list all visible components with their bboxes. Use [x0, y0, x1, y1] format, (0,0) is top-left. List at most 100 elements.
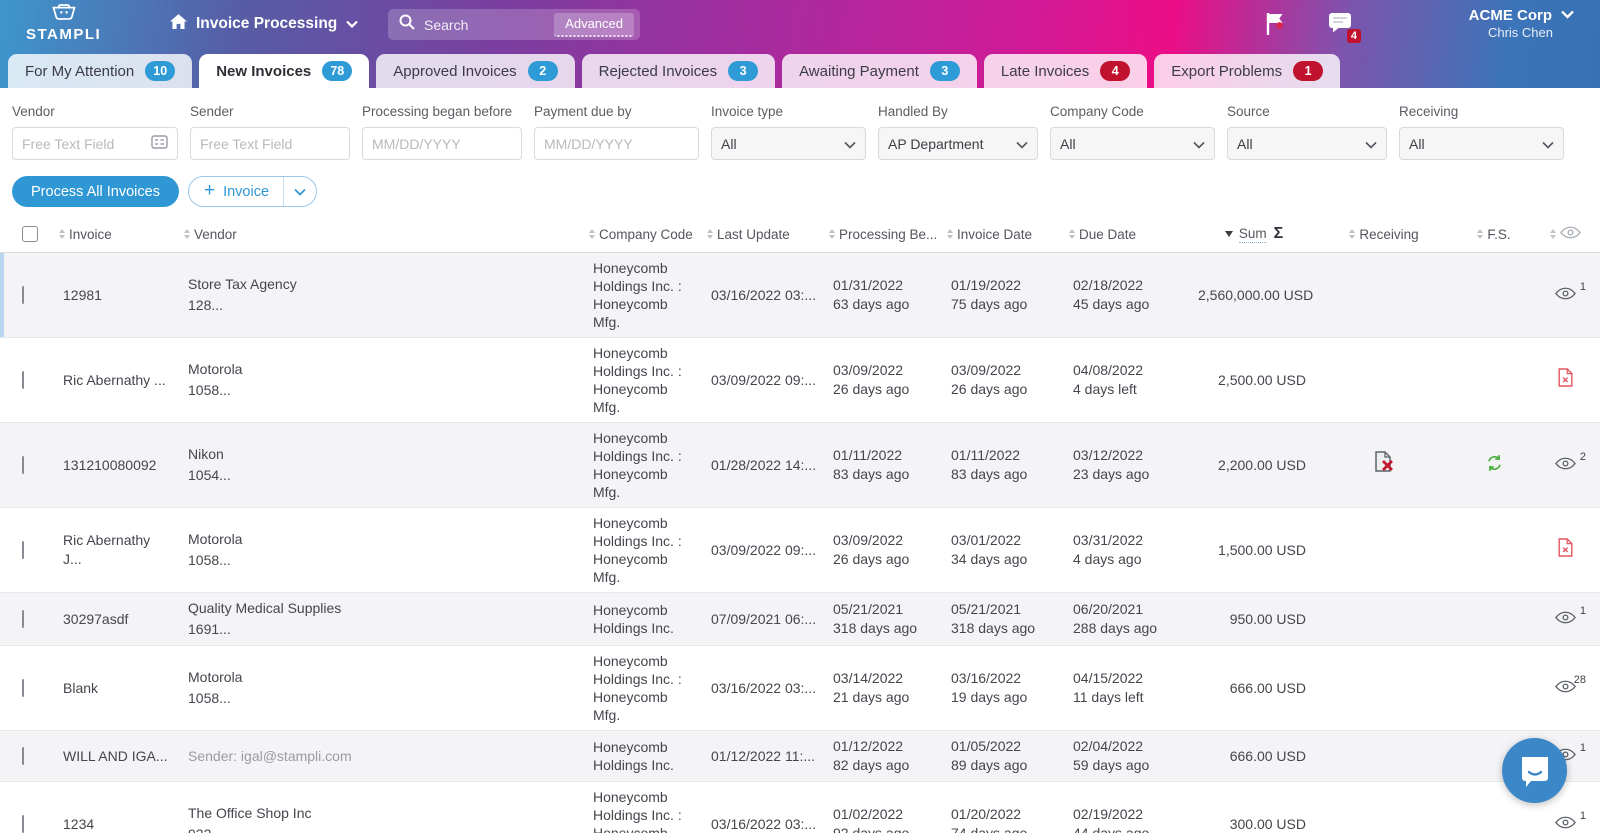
row-checkbox[interactable] — [22, 541, 24, 559]
processing-began-cell-relative: 92 days ago — [833, 824, 935, 833]
flag-icon[interactable] — [1265, 12, 1287, 41]
advanced-search-link[interactable]: Advanced — [554, 13, 634, 37]
column-header-views[interactable] — [1538, 226, 1593, 242]
row-checkbox[interactable] — [22, 610, 24, 628]
eye-icon — [1555, 610, 1576, 629]
support-chat-button[interactable] — [1502, 738, 1567, 803]
invoice-row[interactable]: 12981Store Tax Agency128...Honeycomb Hol… — [0, 253, 1600, 338]
row-checkbox[interactable] — [22, 747, 24, 765]
filter-receiving-select[interactable]: All — [1399, 127, 1564, 160]
column-header-due_date[interactable]: Due Date — [1065, 227, 1190, 242]
sync-icon[interactable] — [1486, 454, 1503, 477]
add-invoice-dropdown-button[interactable] — [284, 177, 316, 206]
receiving-rejected-doc-icon[interactable] — [1373, 451, 1396, 479]
due-date-cell-relative: 288 days ago — [1073, 619, 1182, 638]
module-switcher[interactable]: Invoice Processing — [170, 0, 358, 48]
invoice-row[interactable]: BlankMotorola1058...Honeycomb Holdings I… — [0, 646, 1600, 731]
fs-cell — [1450, 818, 1538, 830]
invoice-date-cell-relative: 89 days ago — [951, 756, 1057, 775]
row-checkbox[interactable] — [22, 456, 24, 474]
invoice-row[interactable]: 131210080092Nikon1054...Honeycomb Holdin… — [0, 423, 1600, 508]
column-header-invoice_date[interactable]: Invoice Date — [943, 227, 1065, 242]
actions-bar: Process All Invoices + Invoice — [0, 173, 1600, 216]
search-input[interactable]: Search Advanced — [388, 9, 640, 40]
vendor-account: 1691... — [188, 620, 577, 639]
tab-export-problems[interactable]: Export Problems1 — [1154, 54, 1340, 88]
filter-vendor-input[interactable]: Free Text Field — [12, 127, 178, 160]
sort-up-icon — [1550, 229, 1556, 233]
invoice-date-cell: 05/21/2021318 days ago — [943, 594, 1065, 644]
processing-began-cell: 01/12/202282 days ago — [825, 731, 943, 781]
invoice-date-cell-relative: 26 days ago — [951, 380, 1057, 399]
vendor-name: Quality Medical Supplies — [188, 599, 577, 618]
column-label: Invoice Date — [957, 227, 1032, 242]
filter-payment-due-by-input[interactable]: MM/DD/YYYY — [534, 127, 699, 160]
tab-label: Export Problems — [1171, 63, 1282, 80]
tab-rejected-invoices[interactable]: Rejected Invoices3 — [582, 54, 775, 88]
views-indicator[interactable]: 1 — [1555, 286, 1576, 305]
tab-awaiting-payment[interactable]: Awaiting Payment3 — [782, 54, 977, 88]
row-checkbox[interactable] — [22, 679, 24, 697]
due-date-cell-relative: 44 days ago — [1073, 824, 1182, 833]
table-body: 12981Store Tax Agency128...Honeycomb Hol… — [0, 253, 1600, 833]
process-all-invoices-button[interactable]: Process All Invoices — [12, 176, 179, 207]
views-indicator[interactable]: 1 — [1555, 610, 1576, 629]
views-count: 2 — [1580, 448, 1586, 467]
invoice-row[interactable]: WILL AND IGA...Sender: igal@stampli.comH… — [0, 731, 1600, 782]
column-header-select[interactable] — [0, 226, 55, 242]
filter-source-select[interactable]: All — [1227, 127, 1387, 160]
filter-invoice-type-select[interactable]: All — [711, 127, 866, 160]
filter-company-code-select[interactable]: All — [1050, 127, 1215, 160]
column-header-last_update[interactable]: Last Update — [703, 227, 825, 242]
export-error-doc-icon[interactable] — [1558, 368, 1573, 392]
add-invoice-button[interactable]: + Invoice — [189, 177, 283, 206]
vendor-account: 1058... — [188, 689, 577, 708]
filter-sender-input[interactable]: Free Text Field — [190, 127, 350, 160]
messages-icon[interactable]: 4 — [1328, 12, 1353, 38]
views-indicator[interactable]: 1 — [1555, 815, 1576, 833]
row-checkbox[interactable] — [22, 371, 24, 389]
company-code-value: Honeycomb Holdings Inc. : Honeycomb Mfg. — [593, 259, 695, 331]
invoice-row[interactable]: Ric Abernathy ...Motorola1058...Honeycom… — [0, 338, 1600, 423]
views-indicator[interactable]: 28 — [1555, 679, 1576, 698]
column-header-sum[interactable]: SumΣ — [1190, 225, 1318, 243]
invoice-row[interactable]: 1234The Office Shop Inc922...Honeycomb H… — [0, 782, 1600, 833]
row-checkbox[interactable] — [22, 815, 24, 833]
column-header-company_code[interactable]: Company Code — [585, 227, 703, 242]
tab-late-invoices[interactable]: Late Invoices4 — [984, 54, 1147, 88]
column-header-vendor[interactable]: Vendor — [180, 227, 585, 242]
tab-approved-invoices[interactable]: Approved Invoices2 — [376, 54, 574, 88]
sort-up-icon — [947, 229, 953, 233]
views-indicator[interactable]: 2 — [1555, 456, 1576, 475]
export-error-doc-icon[interactable] — [1558, 538, 1573, 562]
column-header-processing_began[interactable]: Processing Be... — [825, 227, 943, 242]
account-menu[interactable]: ACME Corp Chris Chen — [1469, 6, 1574, 40]
tab-for-my-attention[interactable]: For My Attention10 — [8, 54, 192, 88]
filter-processing-began-before-input[interactable]: MM/DD/YYYY — [362, 127, 522, 160]
select-cell — [0, 673, 55, 704]
processing-began-cell: 03/09/202226 days ago — [825, 355, 943, 405]
row-checkbox[interactable] — [22, 286, 24, 304]
sort-up-icon — [829, 229, 835, 233]
filter-handled-by-select[interactable]: AP Department — [878, 127, 1038, 160]
vendor-name: Nikon — [188, 445, 577, 464]
list-picker-icon[interactable] — [151, 135, 168, 152]
tab-count-badge: 3 — [728, 61, 758, 81]
invoice-date-cell-relative: 83 days ago — [951, 465, 1057, 484]
tab-new-invoices[interactable]: New Invoices78 — [199, 54, 369, 88]
input-placeholder: Free Text Field — [22, 136, 151, 152]
processing-began-cell-value: 03/09/2022 — [833, 361, 935, 380]
select-all-checkbox[interactable] — [22, 226, 38, 242]
eye-icon — [1555, 815, 1576, 833]
column-header-invoice[interactable]: Invoice — [55, 227, 180, 242]
due-date-cell-value: 06/20/2021 — [1073, 600, 1182, 619]
invoice-row[interactable]: Ric Abernathy J...Motorola1058...Honeyco… — [0, 508, 1600, 593]
sum-cell: 2,200.00 USD — [1190, 450, 1318, 481]
vendor-name: Motorola — [188, 668, 577, 687]
column-header-fs[interactable]: F.S. — [1450, 227, 1538, 242]
sigma-total-icon: Σ — [1274, 225, 1284, 243]
invoice-row[interactable]: 30297asdfQuality Medical Supplies1691...… — [0, 593, 1600, 646]
module-title: Invoice Processing — [196, 15, 337, 33]
eye-icon — [1555, 456, 1576, 475]
column-header-receiving[interactable]: Receiving — [1318, 227, 1450, 242]
